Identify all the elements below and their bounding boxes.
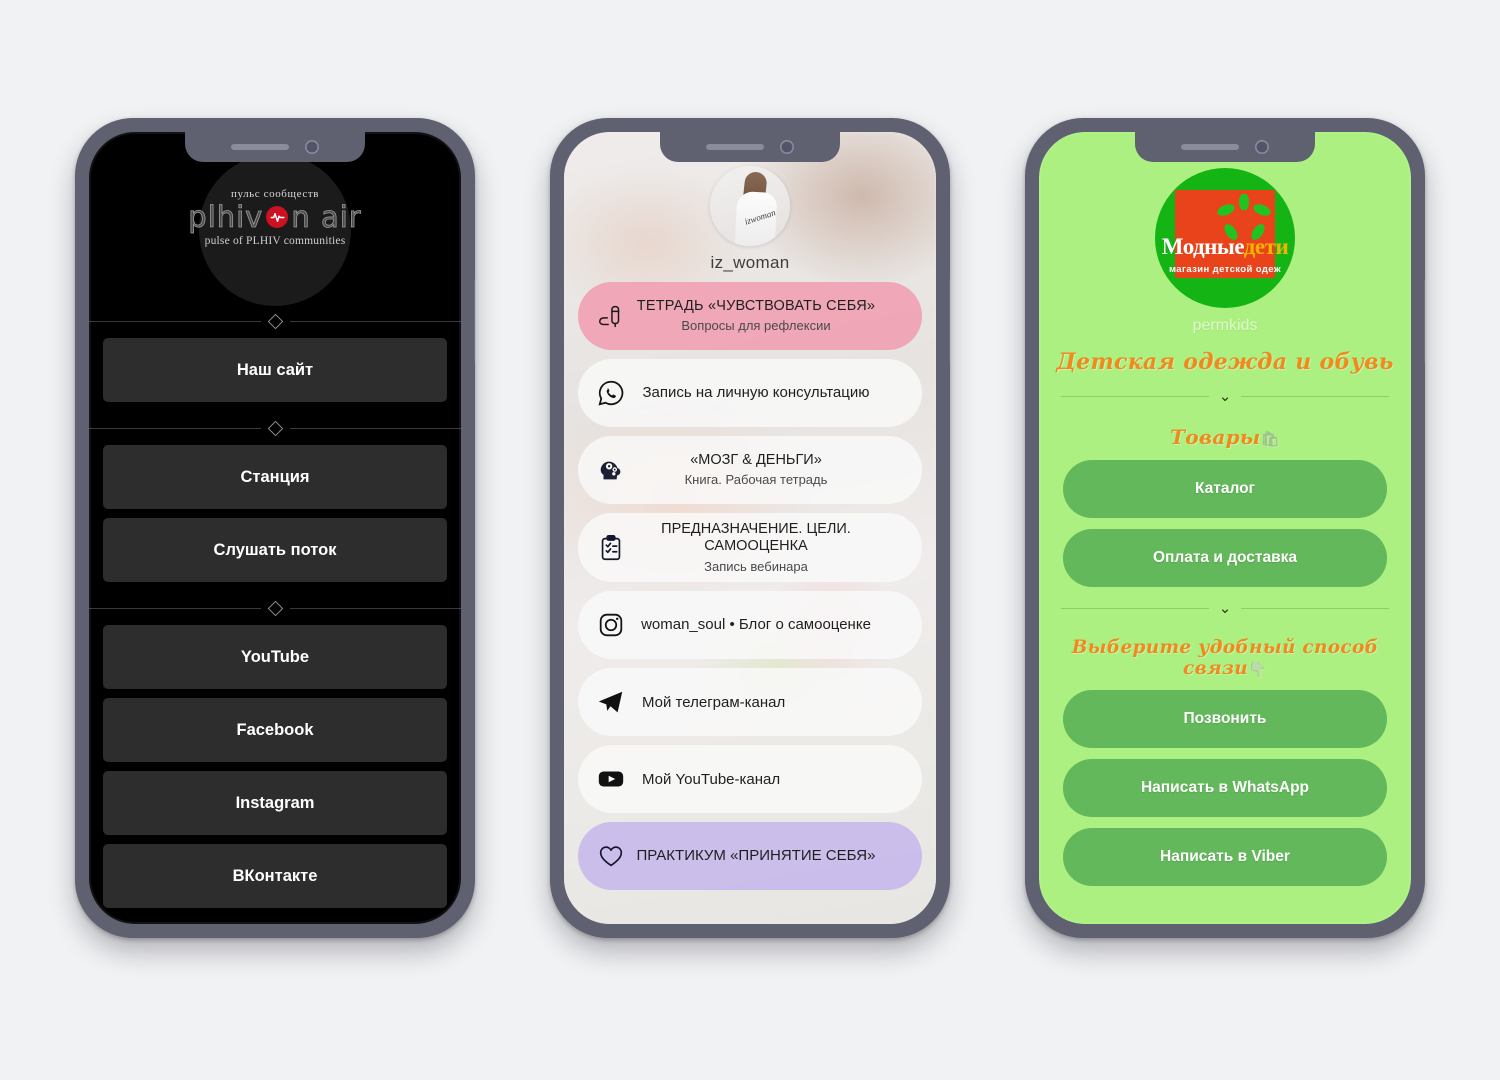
card-purpose-goals-selfesteem[interactable]: ПРЕДНАЗНАЧЕНИЕ. ЦЕЛИ. САМООЦЕНКА Запись … [578, 513, 922, 583]
chevron-divider: ⌄ [1061, 593, 1390, 623]
button-call[interactable]: Позвонить [1063, 690, 1387, 748]
card-consultation-booking[interactable]: Запись на личную консультацию [578, 359, 922, 427]
phone2-side-button[interactable] [949, 278, 950, 364]
speaker-icon [1181, 144, 1239, 150]
notebook-pen-icon [588, 294, 634, 338]
section-title-contact-text: Выберите удобный способ связи [1071, 637, 1379, 679]
chevron-down-icon: ⌄ [1218, 387, 1232, 405]
speaker-icon [706, 144, 764, 150]
card-youtube-channel[interactable]: Мой YouTube-канал [578, 745, 922, 814]
screenshot-stage: пульс сообществ plhiv n air pulse of PLH… [0, 0, 1500, 1080]
plhiv-logo: пульс сообществ plhiv n air pulse of PLH… [188, 187, 362, 248]
card-subtitle: Книга. Рабочая тетрадь [684, 472, 828, 488]
logo-name-part1: Модные [1161, 234, 1245, 259]
card-title: «МОЗГ & ДЕНЬГИ» [690, 452, 822, 468]
phone2-content: izwoman iz_woman ТЕТРАДЬ «ЧУВСТВОВАТЬ СЕ… [564, 132, 936, 891]
diamond-divider-icon [89, 591, 461, 625]
card-title: Запись на личную консультацию [642, 383, 870, 401]
camera-icon [780, 140, 794, 154]
card-telegram-channel[interactable]: Мой телеграм-канал [578, 668, 922, 737]
card-brain-and-money[interactable]: «МОЗГ & ДЕНЬГИ» Книга. Рабочая тетрадь [578, 436, 922, 504]
heartbeat-icon [266, 206, 289, 229]
heart-icon [588, 834, 634, 878]
youtube-icon [588, 757, 634, 801]
phone3-notch [1135, 132, 1315, 162]
button-whatsapp[interactable]: Написать в WhatsApp [1063, 759, 1387, 817]
chevron-down-icon: ⌄ [1218, 599, 1232, 617]
logo-subtitle: магазин детской одеж [1169, 264, 1281, 275]
card-subtitle: Вопросы для рефлексии [681, 318, 831, 334]
button-catalog[interactable]: Каталог [1063, 460, 1387, 518]
phone1-notch [185, 132, 365, 162]
section-title-goods-text: Товары [1170, 425, 1261, 449]
brain-gears-icon [588, 448, 634, 492]
phone-mockup-izwoman: izwoman iz_woman ТЕТРАДЬ «ЧУВСТВОВАТЬ СЕ… [550, 118, 950, 938]
button-viber[interactable]: Написать в Viber [1063, 828, 1387, 886]
phone1-side-button[interactable] [474, 278, 475, 364]
diamond-divider-icon [89, 411, 461, 445]
logo-tagline-ru: пульс сообществ [230, 187, 320, 200]
logo-name: Модныедети [1155, 234, 1295, 260]
profile-handle: permkids [1192, 317, 1258, 334]
logo-wordmark-left: plhiv [188, 199, 264, 234]
button-our-site[interactable]: Наш сайт [103, 338, 447, 402]
phone3-content: Модныедети магазин детской одеж permkids… [1039, 132, 1411, 886]
phone3-screen: Модныедети магазин детской одеж permkids… [1039, 132, 1411, 924]
card-practicum-self-acceptance[interactable]: ПРАКТИКУМ «ПРИНЯТИЕ СЕБЯ» [578, 822, 922, 891]
permkids-logo: Модныедети магазин детской одеж [1155, 168, 1295, 308]
section-title-goods: Товары🛍 [1039, 425, 1411, 449]
shopping-bag-icon: 🛍 [1260, 430, 1280, 448]
phone1-screen: пульс сообществ plhiv n air pulse of PLH… [89, 132, 461, 924]
card-title: Мой телеграм-канал [642, 693, 786, 711]
logo-tagline-en: pulse of PLHIV communities [204, 234, 346, 247]
button-listen-stream[interactable]: Слушать поток [103, 518, 447, 582]
instagram-icon [588, 603, 634, 647]
whatsapp-icon [588, 371, 634, 415]
card-title: ПРАКТИКУМ «ПРИНЯТИЕ СЕБЯ» [636, 847, 876, 864]
button-station[interactable]: Станция [103, 445, 447, 509]
button-vkontakte[interactable]: ВКонтакте [103, 844, 447, 908]
button-instagram[interactable]: Instagram [103, 771, 447, 835]
diamond-divider-icon [89, 304, 461, 338]
phone3-side-button[interactable] [1424, 278, 1425, 364]
card-title: woman_soul • Блог о самооценке [641, 616, 871, 633]
card-title: ПРЕДНАЗНАЧЕНИЕ. ЦЕЛИ. САМООЦЕНКА [661, 521, 851, 555]
card-subtitle: Запись вебинара [704, 558, 808, 574]
camera-icon [305, 140, 319, 154]
profile-handle: iz_woman [710, 253, 790, 272]
button-facebook[interactable]: Facebook [103, 698, 447, 762]
card-title: ТЕТРАДЬ «ЧУВСТВОВАТЬ СЕБЯ» [636, 298, 876, 314]
card-notebook-feel-yourself[interactable]: ТЕТРАДЬ «ЧУВСТВОВАТЬ СЕБЯ» Вопросы для р… [578, 282, 922, 350]
button-payment-delivery[interactable]: Оплата и доставка [1063, 529, 1387, 587]
button-youtube[interactable]: YouTube [103, 625, 447, 689]
page-heading: Детская одежда и обувь [1056, 349, 1394, 375]
pointing-down-icon: 👇 [1247, 660, 1267, 678]
logo-name-part2: дети [1243, 234, 1289, 259]
logo-wordmark-right: n air [291, 199, 362, 234]
card-title: Мой YouTube-канал [642, 770, 781, 788]
phone-mockup-permkids: Модныедети магазин детской одеж permkids… [1025, 118, 1425, 938]
telegram-icon [588, 680, 634, 724]
profile-avatar[interactable]: izwoman [710, 166, 790, 246]
camera-icon [1255, 140, 1269, 154]
logo-wordmark: plhiv n air [188, 199, 362, 234]
phone2-screen: izwoman iz_woman ТЕТРАДЬ «ЧУВСТВОВАТЬ СЕ… [564, 132, 936, 924]
chevron-divider: ⌄ [1061, 381, 1390, 411]
section-title-contact: Выберите удобный способ связи👇 [1039, 637, 1411, 679]
phone-mockup-plhiv: пульс сообществ plhiv n air pulse of PLH… [75, 118, 475, 938]
clipboard-check-icon [588, 526, 634, 570]
speaker-icon [231, 144, 289, 150]
card-instagram-woman-soul[interactable]: woman_soul • Блог о самооценке [578, 591, 922, 660]
phone2-notch [660, 132, 840, 162]
